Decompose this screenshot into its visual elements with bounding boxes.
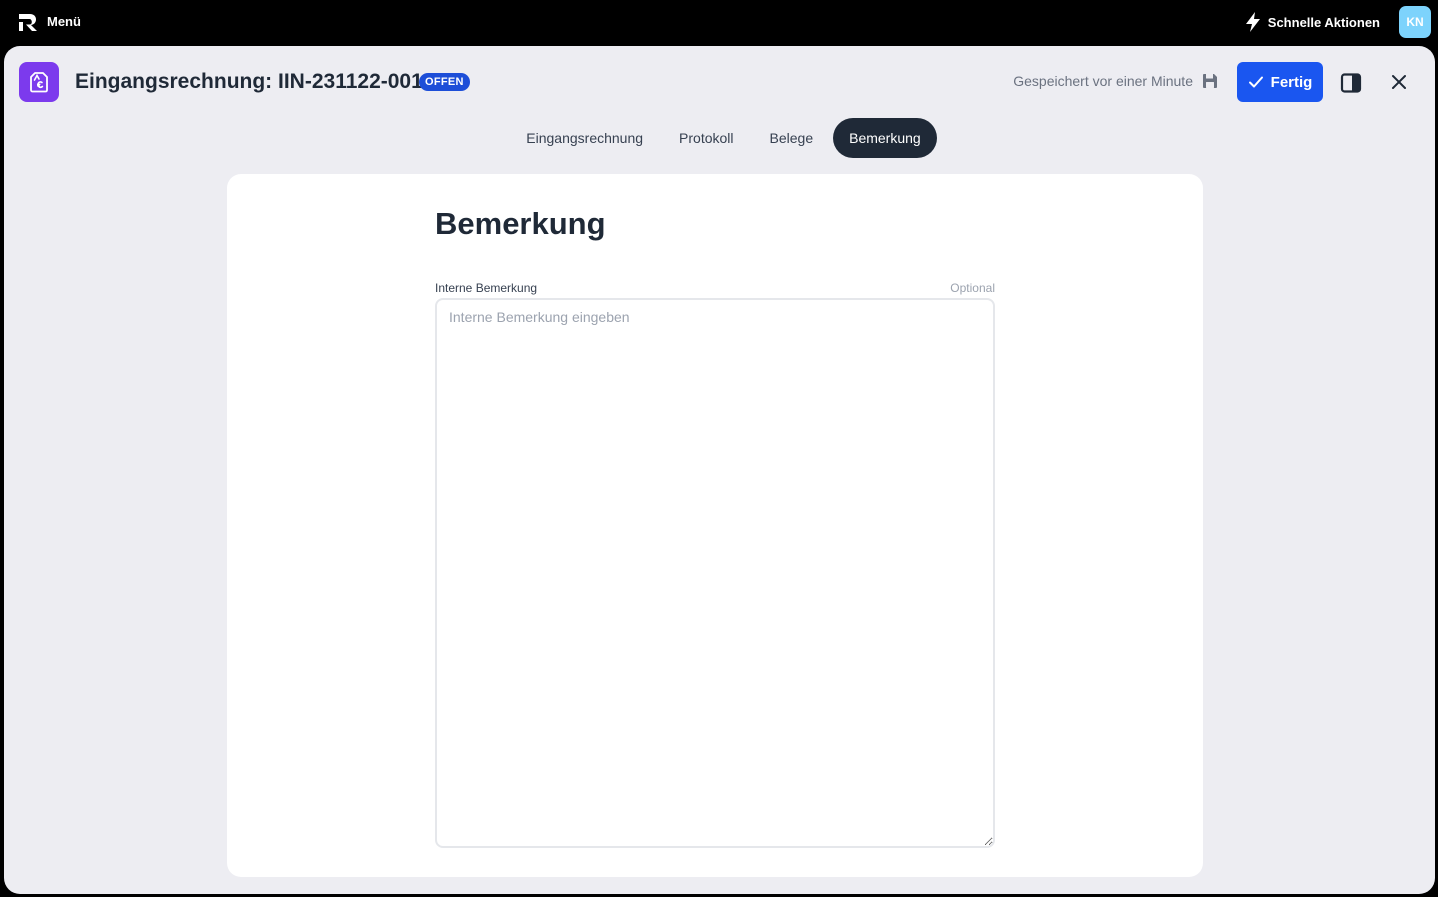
section-heading: Bemerkung xyxy=(435,206,606,241)
field-label: Interne Bemerkung xyxy=(435,281,538,295)
tab-bar: Eingangsrechnung Protokoll Belege Bemerk… xyxy=(4,118,1435,158)
quick-actions-button[interactable]: Schnelle Aktionen xyxy=(1244,11,1380,33)
save-status: Gespeichert vor einer Minute xyxy=(1013,72,1219,90)
check-icon xyxy=(1248,76,1263,88)
remark-textarea[interactable] xyxy=(435,298,995,848)
done-button-label: Fertig xyxy=(1270,73,1313,91)
quick-actions-label: Schnelle Aktionen xyxy=(1267,14,1380,30)
tab-eingangsrechnung[interactable]: Eingangsrechnung xyxy=(510,118,659,158)
avatar[interactable]: KN xyxy=(1399,6,1431,38)
tab-protokoll[interactable]: Protokoll xyxy=(663,118,749,158)
menu-button[interactable]: Menü xyxy=(47,14,81,29)
page-title: Eingangsrechnung: IIN-231122-001 xyxy=(75,70,423,93)
status-badge: OFFEN xyxy=(419,73,470,91)
invoice-panel: Eingangsrechnung: IIN-231122-001 OFFEN G… xyxy=(4,46,1435,894)
sidebar-toggle-icon[interactable] xyxy=(1340,72,1362,94)
done-button[interactable]: Fertig xyxy=(1237,62,1323,102)
content-card: Bemerkung Interne Bemerkung Optional xyxy=(227,174,1203,877)
invoice-icon xyxy=(19,62,59,102)
bolt-icon xyxy=(1245,12,1260,32)
save-status-text: Gespeichert vor einer Minute xyxy=(1013,73,1193,89)
tab-belege[interactable]: Belege xyxy=(754,118,830,158)
tab-bemerkung[interactable]: Bemerkung xyxy=(833,118,937,158)
logo-icon[interactable] xyxy=(17,11,39,33)
optional-label: Optional xyxy=(950,281,995,295)
close-icon[interactable] xyxy=(1389,72,1409,92)
top-bar: Menü Schnelle Aktionen KN xyxy=(0,0,1438,46)
save-icon[interactable] xyxy=(1201,72,1219,90)
